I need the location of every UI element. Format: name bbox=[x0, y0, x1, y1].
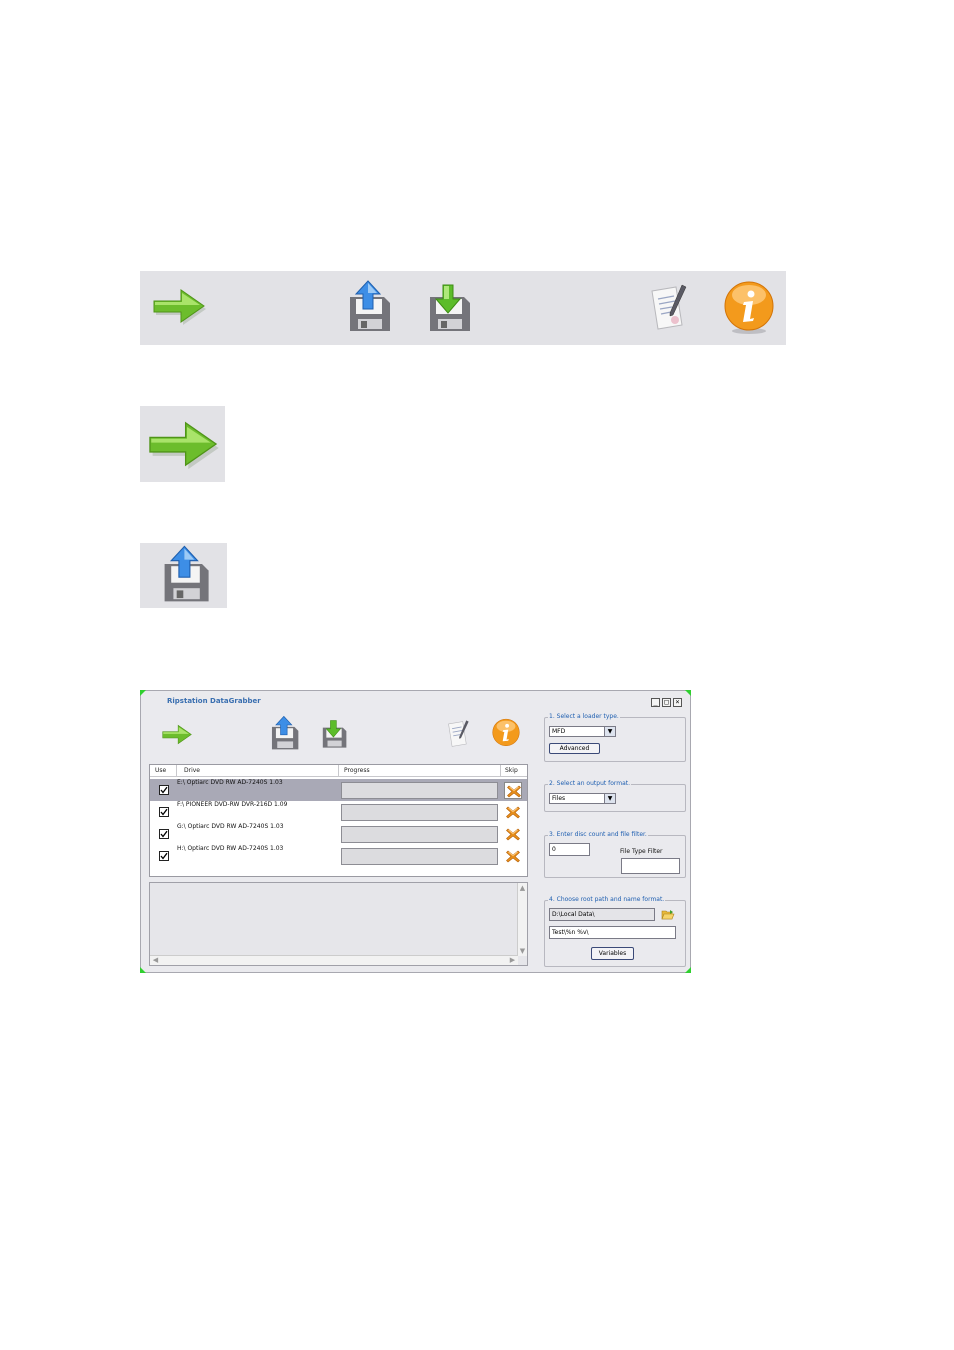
file-type-filter-label: File Type Filter bbox=[620, 848, 663, 855]
info-icon[interactable] bbox=[491, 718, 521, 749]
arrow-right-icon[interactable] bbox=[161, 723, 193, 746]
output-select-value: Files bbox=[552, 795, 566, 802]
loader-group-label: 1. Select a loader type. bbox=[548, 713, 620, 720]
disc-count-group: 3. Enter disc count and file filter. 0 F… bbox=[544, 831, 686, 878]
close-x-icon bbox=[506, 850, 520, 863]
skip-button[interactable] bbox=[504, 782, 522, 799]
drive-name: E:\ Optiarc DVD RW AD-7240S 1.03 bbox=[177, 779, 283, 786]
root-path-field[interactable]: D:\Local Data\ bbox=[549, 908, 655, 921]
use-checkbox[interactable] bbox=[159, 829, 169, 839]
checkmark-icon bbox=[160, 830, 168, 838]
column-header-progress[interactable]: Progress bbox=[344, 767, 370, 774]
arrow-right-sample bbox=[140, 406, 225, 482]
app-window: Ripstation DataGrabber _ □ × Use Drive P… bbox=[140, 690, 691, 973]
document-pen-icon[interactable] bbox=[646, 283, 690, 333]
table-row[interactable]: E:\ Optiarc DVD RW AD-7240S 1.03 bbox=[150, 779, 527, 801]
output-format-select[interactable]: Files ▼ bbox=[549, 793, 616, 804]
name-format-input[interactable]: Test\%n %v\ bbox=[549, 926, 676, 939]
arrow-right-icon bbox=[146, 417, 220, 471]
scroll-down-arrow-icon[interactable]: ▼ bbox=[518, 947, 527, 955]
root-path-group: 4. Choose root path and name format. D:\… bbox=[544, 896, 686, 967]
corner-marker bbox=[140, 967, 146, 973]
use-checkbox[interactable] bbox=[159, 851, 169, 861]
checkmark-icon bbox=[160, 808, 168, 816]
close-x-icon bbox=[506, 806, 520, 819]
column-separator bbox=[176, 765, 177, 776]
table-row[interactable]: G:\ Optiarc DVD RW AD-7240S 1.03 bbox=[150, 823, 527, 845]
info-icon[interactable] bbox=[722, 280, 776, 336]
chevron-down-icon[interactable]: ▼ bbox=[604, 794, 615, 803]
advanced-button[interactable]: Advanced bbox=[549, 743, 600, 754]
column-header-drive[interactable]: Drive bbox=[184, 767, 200, 774]
chevron-down-icon[interactable]: ▼ bbox=[604, 727, 615, 736]
column-separator bbox=[500, 765, 501, 776]
maximize-button[interactable]: □ bbox=[662, 698, 671, 707]
column-header-use[interactable]: Use bbox=[155, 767, 166, 774]
log-area[interactable]: ▲ ▼ ◀ ▶ bbox=[149, 882, 528, 966]
header-divider bbox=[150, 776, 527, 777]
scroll-up-arrow-icon[interactable]: ▲ bbox=[518, 884, 527, 892]
floppy-upload-icon[interactable] bbox=[344, 279, 394, 335]
loader-select[interactable]: MFD ▼ bbox=[549, 726, 616, 737]
corner-marker bbox=[685, 967, 691, 973]
floppy-download-icon[interactable] bbox=[424, 279, 474, 335]
skip-button[interactable] bbox=[504, 804, 522, 821]
checkmark-icon bbox=[160, 786, 168, 794]
floppy-upload-sample bbox=[140, 543, 227, 608]
corner-marker bbox=[140, 690, 146, 696]
floppy-upload-icon[interactable] bbox=[268, 715, 301, 752]
folder-open-icon[interactable] bbox=[661, 909, 675, 921]
column-header-skip[interactable]: Skip bbox=[505, 767, 518, 774]
output-group: 2. Select an output format. Files ▼ bbox=[544, 780, 686, 812]
vertical-scrollbar[interactable]: ▲ ▼ bbox=[517, 883, 527, 956]
disc-count-group-label: 3. Enter disc count and file filter. bbox=[548, 831, 648, 838]
output-group-label: 2. Select an output format. bbox=[548, 780, 632, 787]
file-type-filter-input[interactable] bbox=[621, 858, 680, 874]
checkmark-icon bbox=[160, 852, 168, 860]
drive-name: H:\ Optiarc DVD RW AD-7240S 1.03 bbox=[177, 845, 284, 852]
document-pen-icon[interactable] bbox=[445, 719, 471, 749]
use-checkbox[interactable] bbox=[159, 785, 169, 795]
root-path-group-label: 4. Choose root path and name format. bbox=[548, 896, 666, 903]
progress-bar bbox=[341, 826, 498, 843]
column-separator bbox=[338, 765, 339, 776]
progress-bar bbox=[341, 782, 498, 799]
corner-marker bbox=[685, 690, 691, 696]
close-x-icon bbox=[507, 785, 521, 798]
progress-bar bbox=[341, 804, 498, 821]
horizontal-scrollbar[interactable]: ◀ ▶ bbox=[150, 955, 518, 965]
drive-name: F:\ PIONEER DVD-RW DVR-216D 1.09 bbox=[177, 801, 288, 808]
loader-group: 1. Select a loader type. MFD ▼ Advanced bbox=[544, 713, 686, 762]
drive-table: Use Drive Progress Skip E:\ Optiarc DVD … bbox=[149, 764, 528, 877]
scroll-left-arrow-icon[interactable]: ◀ bbox=[151, 956, 160, 964]
disc-count-input[interactable]: 0 bbox=[549, 843, 590, 856]
close-x-icon bbox=[506, 828, 520, 841]
variables-button[interactable]: Variables bbox=[591, 947, 634, 960]
use-checkbox[interactable] bbox=[159, 807, 169, 817]
skip-button[interactable] bbox=[504, 848, 522, 865]
arrow-right-icon[interactable] bbox=[151, 286, 207, 326]
floppy-download-icon[interactable] bbox=[319, 717, 349, 750]
skip-button[interactable] bbox=[504, 826, 522, 843]
progress-bar bbox=[341, 848, 498, 865]
minimize-button[interactable]: _ bbox=[651, 698, 660, 707]
window-title: Ripstation DataGrabber bbox=[167, 697, 261, 705]
floppy-upload-icon bbox=[158, 544, 213, 606]
table-row[interactable]: F:\ PIONEER DVD-RW DVR-216D 1.09 bbox=[150, 801, 527, 823]
table-row[interactable]: H:\ Optiarc DVD RW AD-7240S 1.03 bbox=[150, 845, 527, 867]
scroll-right-arrow-icon[interactable]: ▶ bbox=[508, 956, 517, 964]
drive-name: G:\ Optiarc DVD RW AD-7240S 1.03 bbox=[177, 823, 284, 830]
close-button[interactable]: × bbox=[673, 698, 682, 707]
toolbar-strip bbox=[140, 271, 786, 345]
loader-select-value: MFD bbox=[552, 728, 566, 735]
